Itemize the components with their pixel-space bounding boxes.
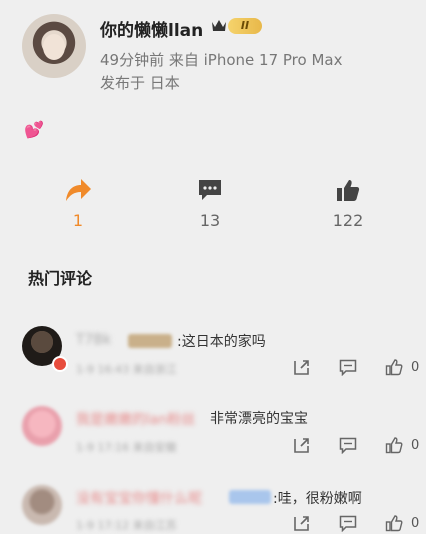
share-icon[interactable]	[293, 358, 311, 376]
like-count: 122	[332, 211, 364, 230]
post-location: 发布于 日本	[100, 74, 180, 92]
comment-author[interactable]: 我是嫩嫩的lan粉丝	[76, 409, 195, 429]
comment-author[interactable]: 没有宝宝你懂什么呢	[76, 488, 202, 508]
comment-avatar[interactable]	[22, 485, 62, 525]
share-icon	[66, 179, 91, 201]
like-button[interactable]: 122	[318, 175, 378, 230]
comment-actions: 0	[293, 358, 419, 376]
comment-like-count: 0	[411, 515, 420, 531]
comment-icon[interactable]	[339, 359, 357, 376]
comment-author[interactable]: T7Bk	[76, 332, 111, 348]
share-icon[interactable]	[293, 436, 311, 454]
post-source: 来自 iPhone 17 Pro Max	[168, 51, 343, 69]
user-tag	[229, 490, 271, 504]
comment-text: :哇，很粉嫩啊	[273, 491, 362, 507]
comment-count: 13	[199, 211, 221, 230]
comment-meta: 1-9 17:12 来自江苏	[76, 519, 177, 532]
thumbs-up-icon	[385, 359, 403, 376]
crown-icon	[212, 20, 226, 31]
share-button[interactable]: 1	[48, 175, 108, 230]
comment-icon[interactable]	[339, 437, 357, 454]
comment-actions: 0	[293, 436, 419, 454]
like-button[interactable]: 0	[385, 436, 419, 454]
user-tag	[128, 334, 172, 348]
like-button[interactable]: 0	[385, 358, 419, 376]
vip-level-badge: II	[228, 18, 262, 34]
post-time: 49分钟前	[100, 51, 165, 69]
comment-icon	[199, 180, 221, 200]
comment-text: 非常漂亮的宝宝	[210, 411, 308, 427]
comment-avatar[interactable]	[22, 406, 62, 446]
comment-meta: 1-9 17:16 来自安徽	[76, 441, 177, 454]
thumbs-up-icon	[337, 180, 360, 201]
comment-button[interactable]: 13	[180, 175, 240, 230]
like-button[interactable]: 0	[385, 514, 419, 532]
share-icon[interactable]	[293, 514, 311, 532]
post-meta: 49分钟前 来自 iPhone 17 Pro Max	[100, 49, 342, 70]
author-avatar[interactable]	[22, 14, 86, 78]
author-name[interactable]: 你的懒懒llan	[100, 16, 203, 41]
comment-text: :这日本的家吗	[177, 334, 266, 350]
badge-icon	[52, 356, 68, 372]
comment-like-count: 0	[411, 359, 420, 375]
hot-comments-title: 热门评论	[28, 269, 93, 288]
thumbs-up-icon	[385, 515, 403, 532]
comment-like-count: 0	[411, 437, 420, 453]
thumbs-up-icon	[385, 437, 403, 454]
comment-icon[interactable]	[339, 515, 357, 532]
share-count: 1	[72, 211, 84, 230]
comment-meta: 1-9 16:43 来自浙江	[76, 363, 177, 376]
post-content: 💕	[24, 120, 44, 139]
comment-actions: 0	[293, 514, 419, 532]
